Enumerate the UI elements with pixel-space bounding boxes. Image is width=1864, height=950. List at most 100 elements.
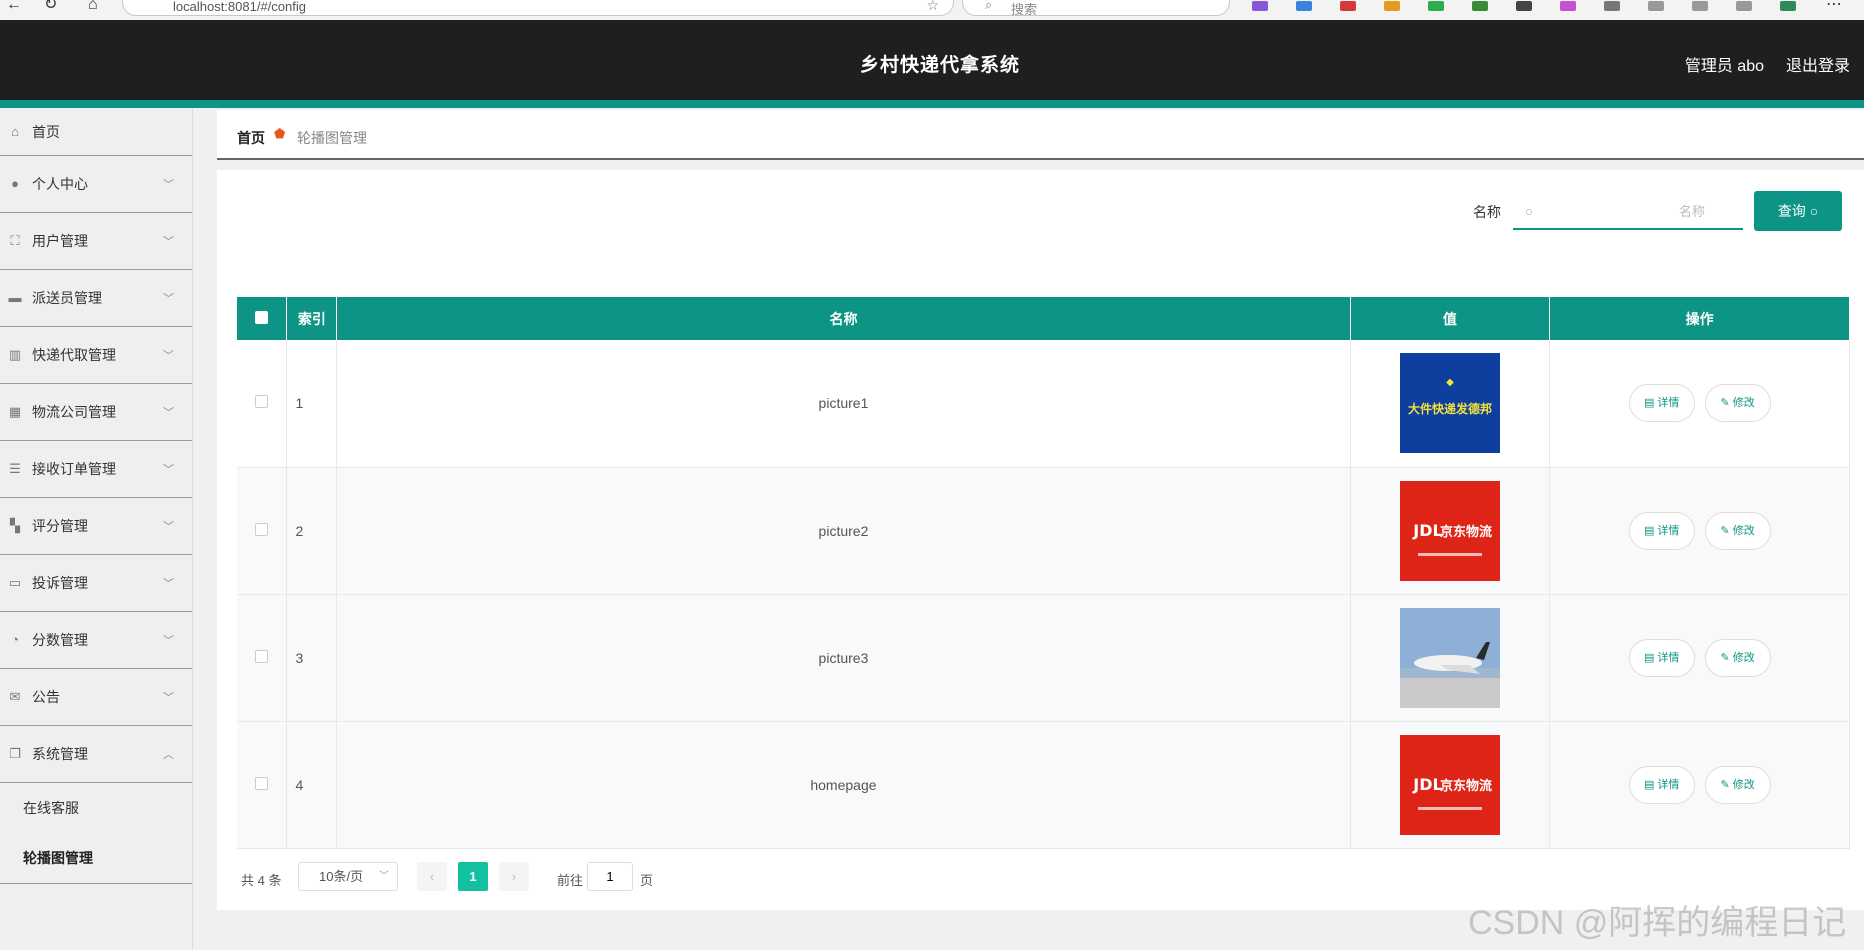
thumbnail-image: JDL京东物流 — [1399, 734, 1500, 835]
chevron-down-icon: ﹀ — [163, 179, 174, 191]
browser-toolbar: ← ↻ ⌂ localhost:8081/#/config ☆ ⌕ 搜索 ⋯ — [0, 0, 1864, 20]
svg-text:◆: ◆ — [1446, 377, 1454, 388]
settings-icon[interactable] — [1604, 1, 1620, 11]
row-checkbox[interactable] — [255, 395, 269, 409]
extension-icon[interactable] — [1428, 1, 1444, 11]
select-all-checkbox[interactable] — [255, 310, 269, 324]
extension-icon[interactable] — [1252, 1, 1268, 11]
sidebar-item-logistics-company[interactable]: ▦ 物流公司管理 ﹀ — [0, 384, 192, 441]
name-search-input[interactable] — [1513, 194, 1743, 228]
row-checkbox[interactable] — [255, 649, 269, 663]
table-row: 3 picture3 ▤ 详情 ✎ 修改 — [237, 594, 1850, 722]
carousel-thumbnail: JDL 京东物流 — [1399, 734, 1500, 835]
sidebar: ⌂ 首页 ● 个人中心 ﹀ ⛶ 用户管理 ﹀ ▬ 派送员管理 ﹀ ▥ 快递代取管… — [0, 108, 193, 950]
next-page-button[interactable]: › — [499, 862, 529, 891]
sidebar-item-home[interactable]: ⌂ 首页 — [0, 108, 192, 156]
carousel-thumbnail: ◆ 大件快递发德邦 — [1399, 353, 1500, 454]
header-accent-bar — [0, 100, 1864, 108]
favorites-icon[interactable] — [1692, 1, 1708, 11]
index-cell: 2 — [286, 467, 338, 595]
edit-button[interactable]: ✎ 修改 — [1704, 511, 1771, 550]
sidebar-item-label: 接收订单管理 — [32, 461, 116, 477]
thumbnail-image: JDL京东物流 — [1399, 480, 1500, 581]
detail-button-label: 详情 — [1657, 524, 1680, 537]
page-size-select[interactable]: 10条/页 ﹀ — [298, 862, 398, 891]
sidebar-subitem-online-service[interactable]: 在线客服 — [0, 783, 192, 833]
extension-icon[interactable] — [1340, 1, 1356, 11]
row-checkbox[interactable] — [255, 522, 269, 536]
chevron-down-icon: ﹀ — [379, 871, 389, 882]
row-checkbox[interactable] — [255, 776, 269, 790]
sidebar-item-pickup-management[interactable]: ▥ 快递代取管理 ﹀ — [0, 327, 192, 384]
detail-button[interactable]: ▤ 详情 — [1628, 511, 1695, 550]
grid-icon: ▦ — [8, 404, 22, 419]
more-icon[interactable]: ⋯ — [1826, 0, 1842, 13]
value-cell — [1350, 594, 1551, 722]
sidebar-item-user-management[interactable]: ⛶ 用户管理 ﹀ — [0, 213, 192, 270]
logout-link[interactable]: 退出登录 — [1786, 52, 1850, 76]
home-button-icon[interactable]: ⌂ — [88, 0, 98, 13]
sidebar-item-label: 分数管理 — [32, 632, 88, 648]
reload-icon[interactable]: ↻ — [44, 0, 57, 13]
detail-button-label: 详情 — [1657, 778, 1680, 791]
sidebar-subitem-carousel-management[interactable]: 轮播图管理 — [0, 833, 192, 883]
value-cell: ◆ 大件快递发德邦 — [1350, 340, 1551, 468]
goto-page-input[interactable] — [587, 862, 633, 891]
sidebar-item-rating-management[interactable]: ▚ 评分管理 ﹀ — [0, 498, 192, 555]
detail-button-label: 详情 — [1657, 397, 1680, 410]
actions-cell: ▤ 详情 ✎ 修改 — [1549, 721, 1850, 849]
edit-button[interactable]: ✎ 修改 — [1704, 384, 1771, 423]
edit-button-label: 修改 — [1732, 524, 1755, 537]
extension-icon[interactable] — [1516, 1, 1532, 11]
breadcrumb-separator-icon: ⬟ — [274, 126, 286, 141]
query-button[interactable]: 查询 ○ — [1754, 191, 1842, 231]
breadcrumb-home[interactable]: 首页 — [237, 128, 265, 148]
chevron-down-icon: ﹀ — [163, 521, 174, 533]
sidebar-item-announcement[interactable]: ✉ 公告 ﹀ — [0, 669, 192, 726]
apps-icon: ▚ — [10, 518, 20, 533]
select-all-cell — [237, 297, 288, 340]
edit-button-label: 修改 — [1732, 397, 1755, 410]
row-select-cell — [237, 721, 288, 849]
extension-icon[interactable] — [1296, 1, 1312, 11]
sidebar-item-order-management[interactable]: ☰ 接收订单管理 ﹀ — [0, 441, 192, 498]
detail-button[interactable]: ▤ 详情 — [1628, 765, 1695, 804]
search-field: ○ — [1513, 194, 1743, 230]
extension-icon[interactable] — [1472, 1, 1488, 11]
sidebar-item-system-management[interactable]: ❐ 系统管理 ︿ — [0, 726, 192, 783]
prev-page-button[interactable]: ‹ — [417, 862, 447, 891]
favorite-star-icon[interactable]: ☆ — [926, 0, 939, 14]
system-submenu: 在线客服 轮播图管理 — [0, 783, 192, 884]
page-number-button[interactable]: 1 — [458, 862, 488, 891]
extension-icon[interactable] — [1560, 1, 1576, 11]
chevron-down-icon: ﹀ — [163, 350, 174, 362]
browser-search-box[interactable]: ⌕ 搜索 — [962, 0, 1230, 17]
row-select-cell — [237, 467, 288, 595]
edit-button[interactable]: ✎ 修改 — [1704, 638, 1771, 677]
back-icon[interactable]: ← — [6, 0, 22, 13]
sidebar-item-courier-management[interactable]: ▬ 派送员管理 ﹀ — [0, 270, 192, 327]
edit-button-label: 修改 — [1732, 651, 1755, 664]
extension-icon[interactable] — [1780, 1, 1796, 11]
address-bar[interactable]: localhost:8081/#/config ☆ — [122, 0, 954, 16]
detail-button[interactable]: ▤ 详情 — [1628, 384, 1695, 423]
extension-icon[interactable] — [1384, 1, 1400, 11]
sidebar-item-label: 评分管理 — [32, 518, 88, 534]
collections-icon[interactable] — [1736, 1, 1752, 11]
sliders-icon: ☰ — [9, 461, 21, 476]
thumbnail-image — [1399, 607, 1500, 708]
page-unit-label: 页 — [640, 873, 654, 888]
thumbnail-image: ◆ 大件快递发德邦 — [1399, 353, 1500, 454]
edit-button[interactable]: ✎ 修改 — [1704, 765, 1771, 804]
detail-button[interactable]: ▤ 详情 — [1628, 638, 1695, 677]
split-screen-icon[interactable] — [1648, 1, 1664, 11]
gauge-icon: ◔ — [11, 632, 19, 647]
sidebar-item-score-management[interactable]: ◔ 分数管理 ﹀ — [0, 612, 192, 669]
actions-cell: ▤ 详情 ✎ 修改 — [1549, 340, 1850, 468]
sidebar-item-personal-center[interactable]: ● 个人中心 ﹀ — [0, 156, 192, 213]
main-panel: 名称 ○ 查询 ○ 索引 名称 值 操作 1 picture1 ◆ 大件快递发德邦 — [217, 170, 1864, 910]
sidebar-item-label: 首页 — [32, 123, 60, 140]
table-header-row: 索引 名称 值 操作 — [237, 297, 1850, 340]
chevron-down-icon: ﹀ — [163, 635, 174, 647]
sidebar-item-complaint-management[interactable]: ▭ 投诉管理 ﹀ — [0, 555, 192, 612]
